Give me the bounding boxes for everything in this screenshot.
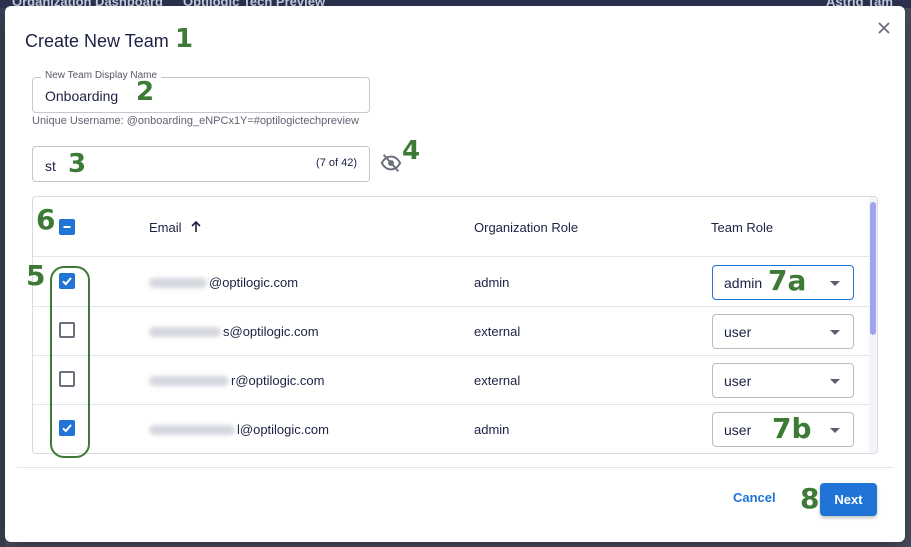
callout-6: 6 xyxy=(36,203,56,236)
callout-8: 8 xyxy=(800,482,820,515)
chevron-down-icon xyxy=(830,379,840,384)
callout-7b: 7b xyxy=(772,412,812,445)
arrow-up-icon xyxy=(191,220,201,232)
email-domain: @optilogic.com xyxy=(209,275,299,290)
table-row: r@optilogic.com external user xyxy=(33,356,869,405)
table-row: l@optilogic.com admin user xyxy=(33,405,869,453)
row-org-role: external xyxy=(474,324,521,339)
team-role-select[interactable]: user xyxy=(712,314,854,349)
team-name-field[interactable]: New Team Display Name Onboarding xyxy=(32,70,370,113)
redacted-email-prefix xyxy=(149,424,235,435)
dialog-title: Create New Team xyxy=(25,31,169,51)
callout-2: 2 xyxy=(136,77,155,107)
team-role-select[interactable]: user xyxy=(712,363,854,398)
row-email: l@optilogic.com xyxy=(149,422,329,437)
chevron-down-icon xyxy=(830,330,840,335)
row-org-role: external xyxy=(474,373,521,388)
close-icon[interactable] xyxy=(874,18,894,38)
header-email-label: Email xyxy=(149,220,182,235)
team-role-value: user xyxy=(724,324,752,340)
select-all-checkbox[interactable] xyxy=(59,219,75,235)
search-result-count: (7 of 42) xyxy=(316,157,357,169)
next-button[interactable]: Next xyxy=(820,483,877,516)
create-team-dialog: Create New Team 1 New Team Display Name … xyxy=(5,6,905,542)
row-org-role: admin xyxy=(474,422,510,437)
table-row: s@optilogic.com external user xyxy=(33,307,869,356)
search-input-value: st xyxy=(45,158,56,174)
team-role-value: user xyxy=(724,422,752,438)
row-email: @optilogic.com xyxy=(149,275,298,290)
row-org-role: admin xyxy=(474,275,510,290)
cancel-button[interactable]: Cancel xyxy=(733,490,776,505)
team-name-value: Onboarding xyxy=(45,88,119,104)
callout-4: 4 xyxy=(402,136,421,166)
email-domain: s@optilogic.com xyxy=(223,324,319,339)
row-email: s@optilogic.com xyxy=(149,324,319,339)
unique-username-hint: Unique Username: @onboarding_eNPCx1Y=#op… xyxy=(32,115,359,127)
team-role-value: admin xyxy=(724,275,763,291)
email-domain: l@optilogic.com xyxy=(237,422,329,437)
callout-5: 5 xyxy=(26,259,46,292)
header-org-role[interactable]: Organization Role xyxy=(474,220,578,235)
chevron-down-icon xyxy=(830,281,840,286)
team-role-value: user xyxy=(724,373,752,389)
table-scrollbar-thumb[interactable] xyxy=(870,202,876,335)
table-header: Email Organization Role Team Role xyxy=(33,197,869,257)
header-team-role[interactable]: Team Role xyxy=(711,220,773,235)
redacted-email-prefix xyxy=(149,375,229,386)
members-table: Email Organization Role Team Role @optil… xyxy=(32,196,878,454)
callout-3: 3 xyxy=(68,149,87,179)
redacted-email-prefix xyxy=(149,326,221,337)
callout-1: 1 xyxy=(175,24,194,54)
header-email[interactable]: Email xyxy=(149,220,203,235)
table-row: @optilogic.com admin admin xyxy=(33,258,869,307)
row-email: r@optilogic.com xyxy=(149,373,324,388)
callout-7a: 7a xyxy=(768,264,807,297)
chevron-down-icon xyxy=(830,428,840,433)
footer-divider xyxy=(17,467,893,468)
checkbox-group-outline xyxy=(50,266,90,458)
redacted-email-prefix xyxy=(149,277,207,288)
eye-off-icon[interactable] xyxy=(380,152,402,174)
email-domain: r@optilogic.com xyxy=(231,373,325,388)
